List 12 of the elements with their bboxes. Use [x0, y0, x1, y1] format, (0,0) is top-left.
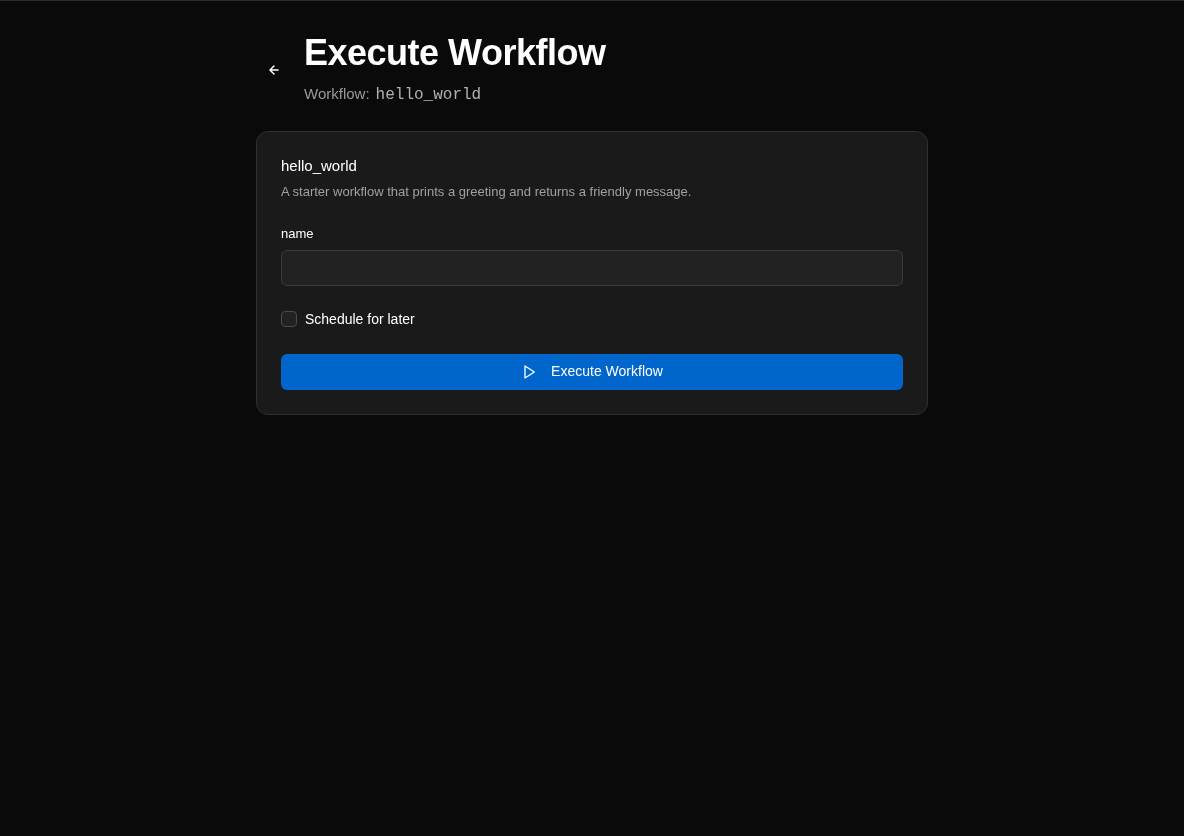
workflow-name: hello_world	[375, 85, 482, 106]
card-description: A starter workflow that prints a greeting and returns a friendly message.	[281, 183, 693, 201]
checkbox-label: Schedule for later	[305, 309, 415, 329]
play-icon	[521, 363, 538, 380]
schedule-checkbox[interactable]	[281, 311, 297, 327]
input-field[interactable]	[281, 249, 903, 286]
back-arrow-icon	[267, 63, 281, 77]
field-label: name	[281, 225, 315, 242]
execute-button[interactable]: Execute Workflow	[281, 353, 903, 390]
card-title: hello_world	[281, 156, 358, 176]
page-title: Execute Workflow	[304, 33, 606, 73]
subtitle-label: Workflow:	[304, 84, 370, 104]
